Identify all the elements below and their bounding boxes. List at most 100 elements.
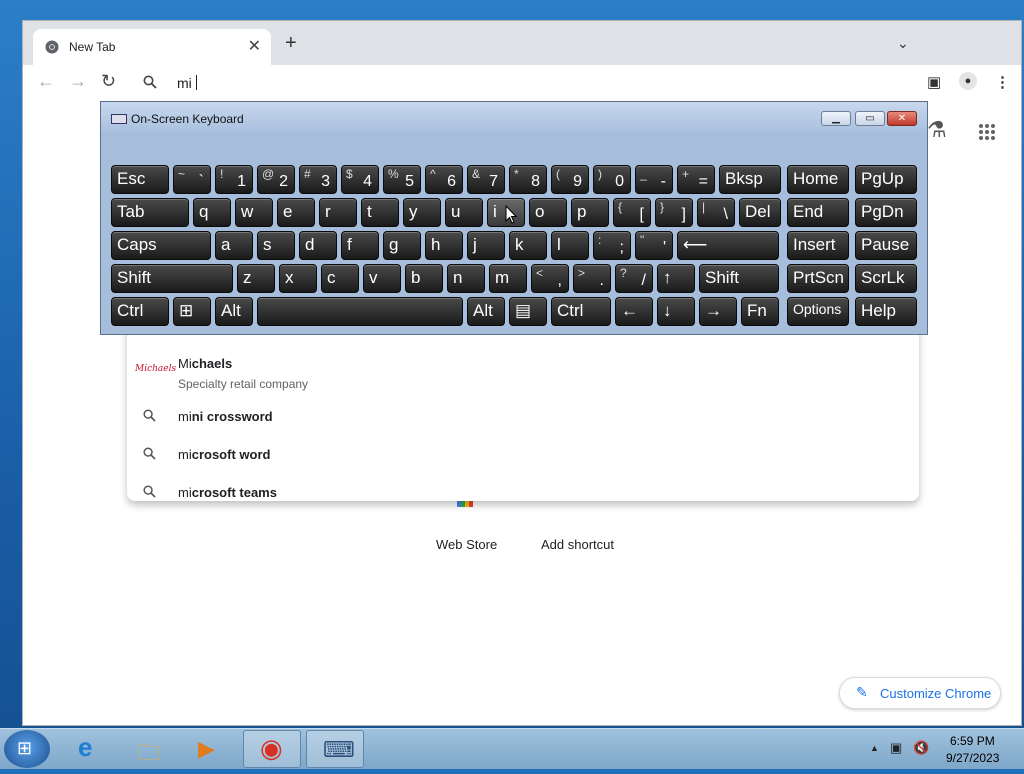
osk-key-p[interactable]: p <box>571 198 609 227</box>
osk-key-k[interactable]: k <box>509 231 547 260</box>
osk-key-sym2-10[interactable]: :; <box>593 231 631 260</box>
osk-key-sym1-13[interactable]: | \ <box>697 198 735 227</box>
osk-key-PrtScn[interactable]: PrtScn <box>787 264 849 293</box>
osk-key-w[interactable]: w <box>235 198 273 227</box>
osk-key-Shift[interactable]: Shift <box>111 264 233 293</box>
osk-restore-button[interactable]: ▭ <box>855 111 885 126</box>
osk-key-sym2-12[interactable]: ⟵ <box>677 231 779 260</box>
osk-key-sym4-9[interactable]: → <box>699 297 737 326</box>
new-tab-button[interactable]: + <box>285 33 297 53</box>
osk-key-b[interactable]: b <box>405 264 443 293</box>
osk-key-Home[interactable]: Home <box>787 165 849 194</box>
taskbar-on-screen-keyboard[interactable]: ⌨ <box>306 730 364 768</box>
osk-key-r[interactable]: r <box>319 198 357 227</box>
osk-key-6[interactable]: ^ 6 <box>425 165 463 194</box>
osk-key-Esc[interactable]: Esc <box>111 165 169 194</box>
osk-close-button[interactable]: ✕ <box>887 111 917 126</box>
osk-key-x[interactable]: x <box>279 264 317 293</box>
tray-expand-icon[interactable]: ▲ <box>870 743 879 753</box>
osk-key-e[interactable]: e <box>277 198 315 227</box>
osk-key-a[interactable]: a <box>215 231 253 260</box>
osk-key-Ctrl[interactable]: Ctrl <box>111 297 169 326</box>
omnibox-input[interactable]: mi <box>177 75 192 91</box>
taskbar-chrome[interactable]: ◉ <box>243 730 301 768</box>
osk-key-Pause[interactable]: Pause <box>855 231 917 260</box>
osk-key-Caps[interactable]: Caps <box>111 231 211 260</box>
taskbar-media-player[interactable]: ▶ <box>182 730 240 768</box>
osk-key-Insert[interactable]: Insert <box>787 231 849 260</box>
osk-key-Tab[interactable]: Tab <box>111 198 189 227</box>
osk-key-Alt[interactable]: Alt <box>215 297 253 326</box>
osk-minimize-button[interactable]: ▁ <box>821 111 851 126</box>
osk-key-sym2-11[interactable]: " ' <box>635 231 673 260</box>
apps-grid-icon[interactable] <box>978 123 996 141</box>
osk-key-f[interactable]: f <box>341 231 379 260</box>
osk-key-sym4-1[interactable]: ⊞ <box>173 297 211 326</box>
osk-key-sym1-11[interactable]: {[ <box>613 198 651 227</box>
osk-key-d[interactable]: d <box>299 231 337 260</box>
network-icon[interactable]: ▣ <box>890 740 902 756</box>
osk-key-Alt[interactable]: Alt <box>467 297 505 326</box>
osk-key-sym3-10[interactable]: ? / <box>615 264 653 293</box>
osk-key-sym3-8[interactable]: <, <box>531 264 569 293</box>
osk-key-Shift[interactable]: Shift <box>699 264 779 293</box>
osk-key-8[interactable]: * 8 <box>509 165 547 194</box>
osk-key-End[interactable]: End <box>787 198 849 227</box>
osk-key-c[interactable]: c <box>321 264 359 293</box>
labs-icon[interactable]: ⚗ <box>927 117 947 143</box>
osk-key-sym3-9[interactable]: >. <box>573 264 611 293</box>
osk-key-l[interactable]: l <box>551 231 589 260</box>
reload-button[interactable]: ↻ <box>101 71 116 92</box>
osk-key-Options[interactable]: Options <box>787 297 849 326</box>
osk-key-Help[interactable]: Help <box>855 297 917 326</box>
menu-icon[interactable]: ⋮ <box>995 73 1010 91</box>
osk-key-sym3-11[interactable]: ↑ <box>657 264 695 293</box>
osk-key-v[interactable]: v <box>363 264 401 293</box>
osk-key-g[interactable]: g <box>383 231 421 260</box>
osk-key-sym4-5[interactable]: ▤ <box>509 297 547 326</box>
shortcut-label-web-store[interactable]: Web Store <box>436 537 497 552</box>
suggestion-item[interactable]: microsoft teams <box>127 475 919 513</box>
forward-button[interactable]: → <box>69 71 87 92</box>
osk-key-s[interactable]: s <box>257 231 295 260</box>
omnibox[interactable]: mi <box>125 65 917 101</box>
osk-key-1[interactable]: ! 1 <box>215 165 253 194</box>
osk-key-7[interactable]: & 7 <box>467 165 505 194</box>
osk-key-ScrLk[interactable]: ScrLk <box>855 264 917 293</box>
clock-time[interactable]: 6:59 PM <box>950 734 995 748</box>
osk-key-h[interactable]: h <box>425 231 463 260</box>
osk-titlebar[interactable]: On-Screen Keyboard ▁ ▭ ✕ <box>101 102 927 132</box>
osk-key-PgUp[interactable]: PgUp <box>855 165 917 194</box>
start-button[interactable]: ⊞ <box>4 730 50 768</box>
osk-key-2[interactable]: @2 <box>257 165 295 194</box>
back-button[interactable]: ← <box>37 71 55 92</box>
osk-key-sym1-12[interactable]: }] <box>655 198 693 227</box>
osk-key-u[interactable]: u <box>445 198 483 227</box>
osk-key-Del[interactable]: Del <box>739 198 781 227</box>
osk-key-m[interactable]: m <box>489 264 527 293</box>
osk-key-0[interactable]: ) 0 <box>593 165 631 194</box>
osk-key-Bksp[interactable]: Bksp <box>719 165 781 194</box>
side-panel-icon[interactable]: ▣ <box>927 73 941 91</box>
taskbar-file-explorer[interactable]: 🗀 <box>122 730 180 768</box>
clock-date[interactable]: 9/27/2023 <box>946 751 999 765</box>
osk-key-y[interactable]: y <box>403 198 441 227</box>
osk-key-z[interactable]: z <box>237 264 275 293</box>
osk-key-sym4-7[interactable]: ← <box>615 297 653 326</box>
osk-key-3[interactable]: #3 <box>299 165 337 194</box>
profile-icon[interactable]: ● <box>959 72 977 90</box>
osk-key-9[interactable]: (9 <box>551 165 589 194</box>
osk-key-4[interactable]: $4 <box>341 165 379 194</box>
taskbar-internet-explorer[interactable]: e <box>62 730 120 768</box>
osk-key-j[interactable]: j <box>467 231 505 260</box>
suggestion-item[interactable]: microsoft word <box>127 437 919 475</box>
osk-key-sym0-12[interactable]: _ - <box>635 165 673 194</box>
osk-key-Fn[interactable]: Fn <box>741 297 779 326</box>
tab-close-icon[interactable]: ✕ <box>248 36 261 56</box>
osk-key-PgDn[interactable]: PgDn <box>855 198 917 227</box>
osk-key-sym0-1[interactable]: ~ ` <box>173 165 211 194</box>
osk-key-space[interactable] <box>257 297 463 326</box>
volume-muted-icon[interactable]: 🔇 <box>913 740 929 756</box>
osk-key-Ctrl[interactable]: Ctrl <box>551 297 611 326</box>
osk-key-sym0-13[interactable]: + = <box>677 165 715 194</box>
